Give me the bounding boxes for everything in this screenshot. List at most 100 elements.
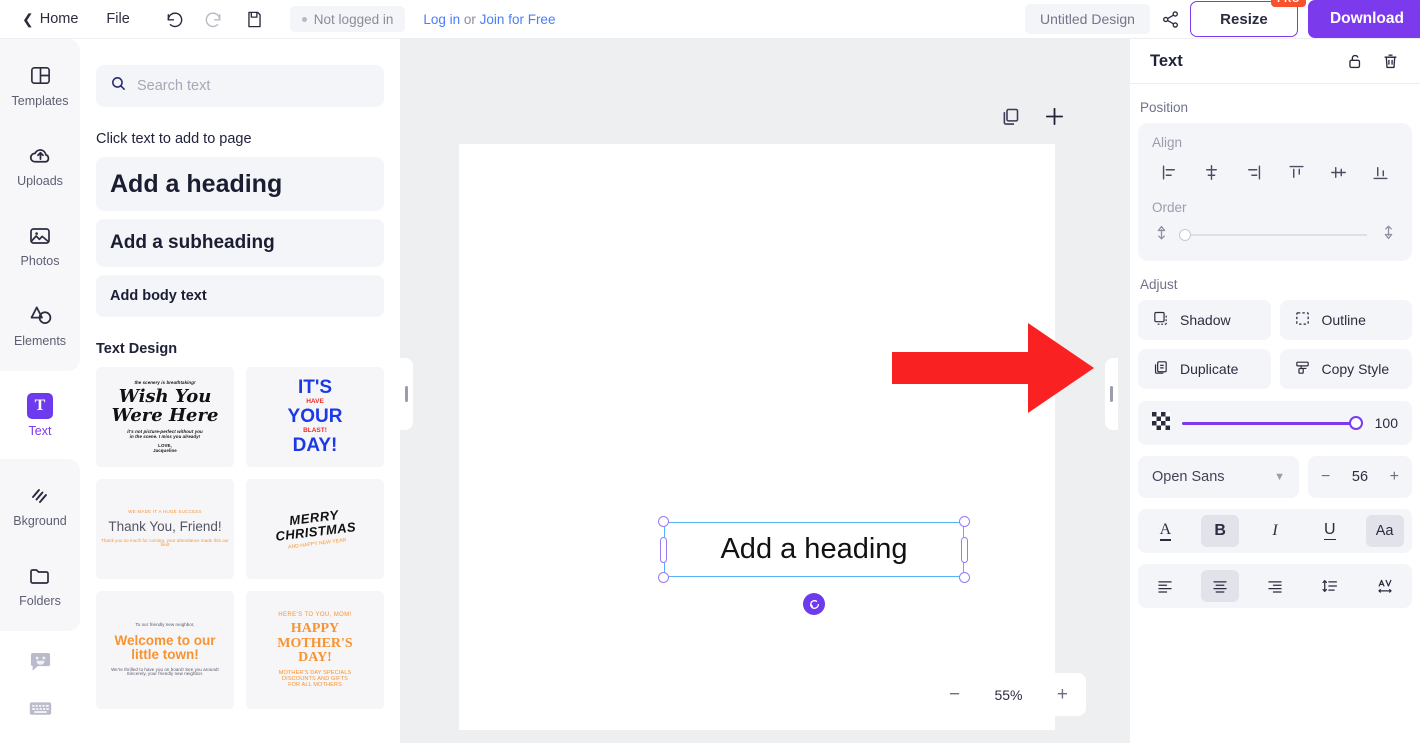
keyboard-shortcuts-icon[interactable] <box>0 685 80 731</box>
search-input[interactable]: Search text <box>96 65 384 107</box>
trash-icon[interactable] <box>1381 52 1400 71</box>
resize-handle-top-right[interactable] <box>959 516 970 527</box>
add-subheading-button[interactable]: Add a subheading <box>96 219 384 267</box>
duplicate-icon <box>1152 359 1169 379</box>
line-spacing-button[interactable] <box>1311 570 1349 602</box>
add-page-icon[interactable] <box>1043 105 1066 128</box>
opacity-slider-track[interactable] <box>1182 416 1363 430</box>
resize-handle-bottom-left[interactable] <box>658 572 669 583</box>
templates-icon <box>29 63 52 89</box>
duplicate-page-icon[interactable] <box>1000 106 1021 127</box>
align-right-icon[interactable] <box>1237 158 1271 186</box>
sidebar-item-photos[interactable]: Photos <box>0 205 80 285</box>
copy-style-button[interactable]: Copy Style <box>1279 349 1412 389</box>
sidebar-item-templates[interactable]: Templates <box>0 45 80 125</box>
sidebar-item-elements[interactable]: Elements <box>0 285 80 365</box>
card-title: Thank You, Friend! <box>108 518 222 534</box>
duplicate-button[interactable]: Duplicate <box>1138 349 1271 389</box>
align-center-horizontal-icon[interactable] <box>1194 158 1228 186</box>
design-title-input[interactable]: Untitled Design <box>1025 4 1150 34</box>
copy-style-label: Copy Style <box>1321 361 1390 377</box>
text-color-button[interactable]: A <box>1146 515 1184 547</box>
add-heading-button[interactable]: Add a heading <box>96 157 384 211</box>
letter-spacing-button[interactable] <box>1366 570 1404 602</box>
align-text-center-button[interactable] <box>1201 570 1240 602</box>
sidebar-item-text[interactable]: T Text <box>0 375 80 455</box>
text-design-card[interactable]: MERRY CHRISTMAS AND HAPPY NEW YEAR <box>246 479 384 579</box>
duplicate-label: Duplicate <box>1180 361 1239 377</box>
zoom-in-button[interactable]: + <box>1057 685 1068 704</box>
resize-handle-top-left[interactable] <box>658 516 669 527</box>
redo-icon[interactable] <box>198 4 228 34</box>
design-page[interactable]: Add a heading <box>459 144 1055 730</box>
font-size-increase-button[interactable]: + <box>1390 469 1399 485</box>
click-text-hint: Click text to add to page <box>96 131 252 147</box>
bring-forward-icon[interactable] <box>1379 223 1398 247</box>
file-menu-button[interactable]: File <box>106 11 129 27</box>
card-line-2: HAVE <box>306 398 324 406</box>
selected-text-object[interactable]: Add a heading <box>658 516 970 615</box>
adjust-section-label: Adjust <box>1140 277 1178 292</box>
search-icon <box>110 75 127 97</box>
lock-icon[interactable] <box>1346 52 1365 71</box>
order-slider-row[interactable] <box>1152 223 1398 247</box>
sidebar-item-bkground[interactable]: Bkground <box>0 465 80 545</box>
properties-header: Text <box>1130 39 1420 84</box>
download-button[interactable]: Download <box>1307 0 1420 38</box>
card-line-1: IT'S <box>297 377 333 399</box>
resize-handle-bottom-right[interactable] <box>959 572 970 583</box>
rotate-handle-icon[interactable] <box>803 593 825 615</box>
home-button[interactable]: ❮ Home <box>22 11 78 27</box>
order-label: Order <box>1152 200 1187 215</box>
font-size-decrease-button[interactable]: − <box>1321 469 1330 485</box>
sidebar-item-uploads[interactable]: Uploads <box>0 125 80 205</box>
chat-smiley-icon[interactable] <box>0 639 80 685</box>
rail-bottom-actions <box>0 639 80 731</box>
align-top-icon[interactable] <box>1279 158 1313 186</box>
join-link[interactable]: Join for Free <box>480 12 556 27</box>
resize-handle-right[interactable] <box>961 536 968 563</box>
align-left-icon[interactable] <box>1152 158 1186 186</box>
collapse-right-panel-handle[interactable] <box>1105 358 1118 430</box>
opacity-slider-knob[interactable] <box>1349 416 1363 430</box>
canvas-area[interactable]: Add a heading − 55% + <box>400 39 1130 743</box>
resize-handle-left[interactable] <box>660 536 667 563</box>
outline-button[interactable]: Outline <box>1279 300 1412 340</box>
opacity-value: 100 <box>1374 415 1398 431</box>
italic-button[interactable]: I <box>1256 515 1294 547</box>
order-slider-track[interactable] <box>1179 229 1367 241</box>
share-icon[interactable] <box>1156 4 1186 34</box>
text-design-card[interactable]: IT'S HAVE YOUR BLAST! DAY! <box>246 367 384 467</box>
font-size-value[interactable]: 56 <box>1352 469 1368 485</box>
align-bottom-icon[interactable] <box>1364 158 1398 186</box>
canvas-text-content[interactable]: Add a heading <box>664 522 964 577</box>
bold-button[interactable]: B <box>1201 515 1240 547</box>
send-backward-icon[interactable] <box>1152 223 1171 247</box>
text-design-card[interactable]: To our friendly new neighbor, Welcome to… <box>96 591 234 709</box>
copy-style-roller-icon <box>1294 359 1311 379</box>
card-body-line3: FOR ALL MOTHERS <box>288 681 342 688</box>
shadow-button[interactable]: Shadow <box>1138 300 1271 340</box>
card-top-text: HERE'S TO YOU, MOM! <box>278 611 352 618</box>
align-text-left-button[interactable] <box>1146 570 1184 602</box>
save-icon[interactable] <box>240 4 270 34</box>
font-family-select[interactable]: Open Sans ▼ <box>1138 456 1299 498</box>
text-design-card[interactable]: WE MADE IT A HUGE SUCCESS Thank You, Fri… <box>96 479 234 579</box>
underline-button[interactable]: U <box>1311 515 1349 547</box>
page-title: Text <box>1150 51 1183 70</box>
zoom-out-button[interactable]: − <box>949 685 960 704</box>
order-slider-knob[interactable] <box>1179 229 1191 241</box>
undo-icon[interactable] <box>160 4 190 34</box>
card-top-text: WE MADE IT A HUGE SUCCESS <box>128 508 202 514</box>
login-link[interactable]: Log in <box>423 12 460 27</box>
text-design-card[interactable]: HERE'S TO YOU, MOM! HAPPY MOTHER'S DAY! … <box>246 591 384 709</box>
collapse-left-panel-handle[interactable] <box>400 358 413 430</box>
text-case-button[interactable]: Aa <box>1365 515 1404 547</box>
add-body-text-button[interactable]: Add body text <box>96 275 384 317</box>
text-design-card[interactable]: the scenery is breathtaking! Wish You We… <box>96 367 234 467</box>
align-text-right-button[interactable] <box>1256 570 1294 602</box>
align-middle-vertical-icon[interactable] <box>1322 158 1356 186</box>
opacity-checker-icon <box>1152 411 1170 435</box>
sidebar-item-folders[interactable]: Folders <box>0 545 80 625</box>
font-row: Open Sans ▼ − 56 + <box>1138 456 1412 498</box>
